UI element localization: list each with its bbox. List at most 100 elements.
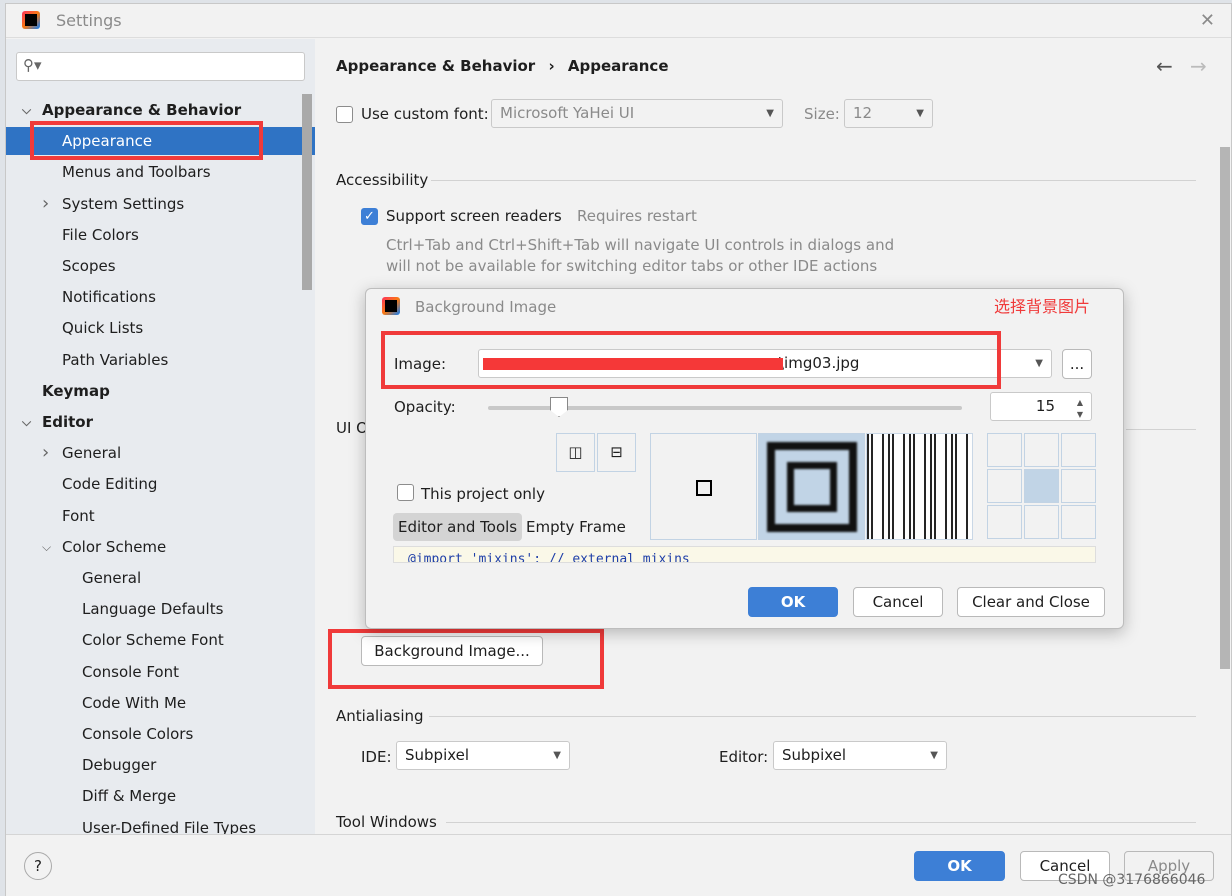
sidebar-item[interactable]: Menus and Toolbars: [62, 158, 211, 186]
anchor-cell[interactable]: [987, 469, 1022, 503]
search-input[interactable]: ⚲▾: [16, 52, 305, 81]
clear-and-close-button[interactable]: Clear and Close: [957, 587, 1105, 617]
sidebar-item[interactable]: Scopes: [62, 252, 116, 280]
sidebar-item[interactable]: General: [82, 564, 141, 592]
sidebar-item[interactable]: Debugger: [82, 751, 156, 779]
window-title: Settings: [56, 11, 122, 30]
ok-button[interactable]: OK: [914, 851, 1005, 881]
footer: ? OK Cancel Apply: [6, 834, 1231, 896]
sidebar-item-label: General: [62, 444, 122, 463]
this-project-only-checkbox[interactable]: [397, 484, 414, 501]
browse-button[interactable]: ...: [1062, 349, 1092, 379]
size-select[interactable]: 12 ▼: [844, 99, 933, 128]
intellij-logo-icon: [382, 297, 400, 315]
accessibility-note: will not be available for switching edit…: [386, 257, 878, 275]
dialog-ok-button[interactable]: OK: [748, 587, 838, 617]
annotation-highlight: [381, 331, 1001, 389]
opacity-label: Opacity:: [394, 398, 456, 416]
ide-antialiasing-select[interactable]: Subpixel ▼: [396, 741, 570, 770]
sidebar-item-label: Menus and Toolbars: [62, 163, 211, 182]
sidebar-item[interactable]: File Colors: [62, 221, 139, 249]
font-select[interactable]: Microsoft YaHei UI ▼: [491, 99, 783, 128]
opacity-slider[interactable]: [488, 397, 962, 417]
chevron-down-icon[interactable]: ⌵: [42, 533, 51, 561]
divider: [1126, 429, 1196, 430]
tab-empty-frame[interactable]: Empty Frame: [526, 513, 626, 541]
sidebar-item[interactable]: Code With Me: [82, 689, 186, 717]
main-scrollbar[interactable]: [1220, 147, 1230, 669]
sidebar-item[interactable]: › System Settings: [42, 190, 184, 218]
flip-vertical-button[interactable]: ⊟: [597, 433, 636, 472]
flip-horizontal-button[interactable]: ◫: [556, 433, 595, 472]
sidebar-item[interactable]: ⌵ Color Scheme: [42, 533, 166, 561]
sidebar-item[interactable]: ⌵ Editor: [22, 408, 93, 436]
dialog-cancel-button[interactable]: Cancel: [853, 587, 943, 617]
screen-readers-label: Support screen readers: [386, 207, 562, 225]
sidebar-item[interactable]: ⌵ Appearance & Behavior: [22, 96, 242, 124]
sidebar-item-label: Scopes: [62, 257, 116, 275]
back-arrow-icon[interactable]: ←: [1156, 54, 1173, 78]
sidebar-item[interactable]: Font: [62, 502, 95, 530]
chevron-right-icon[interactable]: ›: [42, 439, 49, 467]
sidebar-item[interactable]: Notifications: [62, 283, 156, 311]
annotation-text: 选择背景图片: [994, 297, 1091, 316]
anchor-cell[interactable]: [1024, 433, 1059, 467]
slider-thumb[interactable]: [550, 397, 568, 417]
sidebar-item[interactable]: Keymap: [42, 377, 110, 405]
antialiasing-heading: Antialiasing: [336, 707, 424, 725]
close-icon[interactable]: ✕: [1200, 10, 1215, 31]
fill-mode-center[interactable]: [650, 433, 757, 540]
screen-readers-checkbox[interactable]: ✓: [361, 208, 378, 225]
fill-mode-scale[interactable]: [758, 433, 865, 540]
breadcrumb-parent[interactable]: Appearance & Behavior: [336, 57, 535, 75]
sidebar-item-label: Console Colors: [82, 725, 194, 743]
sidebar-item[interactable]: Language Defaults: [82, 595, 223, 623]
breadcrumb-separator: ›: [548, 57, 555, 75]
sidebar-item[interactable]: Code Editing: [62, 470, 157, 498]
anchor-cell[interactable]: [1061, 505, 1096, 539]
help-button[interactable]: ?: [24, 852, 52, 880]
sidebar-item[interactable]: Console Font: [82, 658, 179, 686]
search-icon: ⚲▾: [23, 56, 42, 74]
anchor-cell[interactable]: [987, 433, 1022, 467]
anchor-cell[interactable]: [1061, 469, 1096, 503]
sidebar-item-label: Font: [62, 506, 95, 525]
watermark: CSDN @3176866046: [1058, 872, 1206, 888]
sidebar-item-label: Console Font: [82, 662, 179, 681]
fill-mode-tile[interactable]: [866, 433, 973, 540]
background-image-dialog: Background Image 选择背景图片 Image: \img03.jp…: [365, 288, 1124, 629]
breadcrumb-current: Appearance: [567, 57, 669, 75]
custom-font-checkbox[interactable]: [336, 106, 353, 123]
sidebar-scrollbar[interactable]: [302, 94, 312, 290]
sidebar-item[interactable]: Path Variables: [62, 346, 168, 374]
anchor-cell[interactable]: [1061, 433, 1096, 467]
sidebar-item-label: Debugger: [82, 756, 157, 775]
forward-arrow-icon[interactable]: →: [1190, 54, 1207, 78]
sidebar-item[interactable]: Color Scheme Font: [82, 626, 224, 654]
dialog-title: Background Image: [415, 298, 557, 316]
sidebar-item[interactable]: › General: [42, 439, 122, 467]
sidebar-item-label: Editor: [42, 413, 93, 431]
editor-antialiasing-select[interactable]: Subpixel ▼: [773, 741, 947, 770]
sidebar-item-label: Notifications: [62, 288, 156, 307]
preview-area: @import 'mixins'; // external mixins: [393, 546, 1096, 563]
chevron-down-icon[interactable]: ⌵: [22, 408, 31, 436]
sidebar-item[interactable]: Diff & Merge: [82, 782, 176, 810]
sidebar-item[interactable]: Console Colors: [82, 720, 193, 748]
sidebar-item-label: Code Editing: [62, 475, 158, 494]
tool-windows-heading: Tool Windows: [336, 813, 437, 831]
opacity-spinner[interactable]: 15 ▲ ▼: [990, 392, 1092, 421]
chevron-down-icon[interactable]: ⌵: [22, 96, 31, 124]
anchor-cell[interactable]: [1024, 505, 1059, 539]
sidebar-item-label: Appearance & Behavior: [42, 101, 242, 119]
sidebar-item-label: Color Scheme Font: [82, 631, 224, 650]
anchor-cell[interactable]: [987, 505, 1022, 539]
anchor-cell[interactable]: [1024, 469, 1059, 503]
ide-label: IDE:: [361, 748, 392, 766]
this-project-only-label: This project only: [421, 485, 545, 503]
sidebar-item[interactable]: Quick Lists: [62, 314, 143, 342]
size-label: Size:: [804, 105, 840, 123]
sidebar-item-label: General: [82, 569, 142, 587]
chevron-right-icon[interactable]: ›: [42, 190, 49, 218]
tab-editor-and-tools[interactable]: Editor and Tools: [393, 513, 523, 541]
